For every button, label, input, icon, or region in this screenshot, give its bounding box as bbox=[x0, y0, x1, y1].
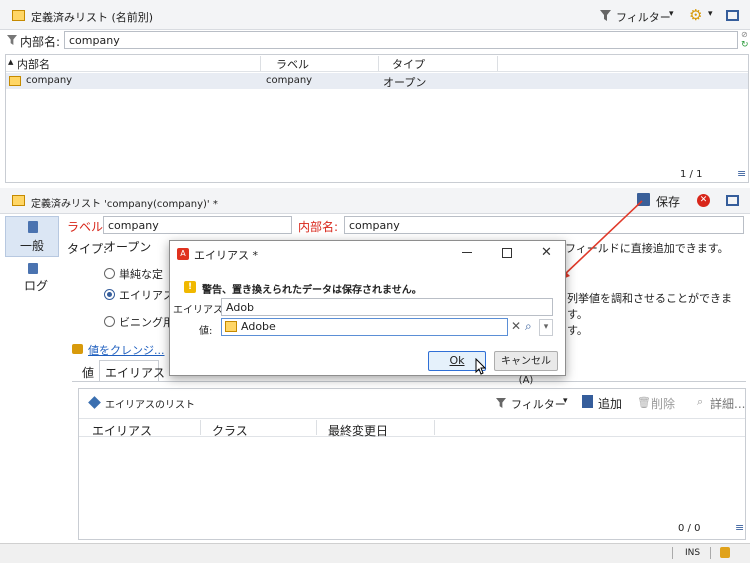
internal-name-field[interactable] bbox=[344, 216, 744, 234]
maximize-icon[interactable] bbox=[502, 248, 512, 258]
alias-pager: 0 / 0 bbox=[678, 523, 701, 534]
radio-simple-label: 単純な定 bbox=[119, 268, 163, 281]
internal-name-caption: 内部名: bbox=[298, 220, 339, 234]
status-divider bbox=[672, 547, 673, 559]
row-label: company bbox=[266, 75, 313, 86]
column-divider bbox=[497, 56, 498, 71]
search-input[interactable] bbox=[64, 31, 738, 49]
app-icon: A bbox=[177, 248, 189, 260]
cleanse-values-link[interactable]: 値をクレンジ... bbox=[88, 342, 165, 358]
gear-icon[interactable]: ⚙ bbox=[689, 6, 702, 24]
column-divider bbox=[316, 420, 317, 435]
detail-panel-title: 定義済みリスト 'company(company)' * bbox=[31, 199, 218, 210]
add-icon[interactable] bbox=[582, 395, 593, 408]
filter-icon[interactable] bbox=[496, 398, 506, 408]
tab-underline bbox=[72, 381, 746, 382]
search-icon[interactable]: ⌕ bbox=[697, 395, 703, 409]
cleanse-icon bbox=[72, 344, 83, 354]
nav-general-label: 一般 bbox=[20, 239, 45, 253]
filter-icon bbox=[7, 35, 17, 45]
menu-icon[interactable]: ≡ bbox=[735, 521, 744, 534]
save-button-label[interactable]: 保存 bbox=[656, 193, 680, 210]
status-bar bbox=[0, 543, 750, 563]
delete-button-label[interactable]: 削除 bbox=[651, 395, 675, 412]
column-divider bbox=[260, 56, 261, 71]
table-row[interactable] bbox=[6, 73, 748, 89]
minimize-icon[interactable] bbox=[462, 252, 472, 253]
filter-icon[interactable] bbox=[600, 10, 611, 21]
maximize-icon[interactable] bbox=[726, 10, 739, 21]
trash-icon[interactable]: 🗑 bbox=[637, 396, 651, 409]
lock-icon bbox=[720, 547, 730, 558]
mouse-cursor-icon bbox=[475, 358, 487, 375]
column-header-alias[interactable]: エイリアス bbox=[92, 422, 152, 439]
clipboard-icon bbox=[28, 221, 38, 233]
list-icon bbox=[225, 321, 237, 332]
chevron-down-icon[interactable]: ▾ bbox=[708, 9, 713, 19]
ok-button-label: Ok bbox=[449, 354, 465, 367]
row-type: オープン bbox=[383, 76, 427, 89]
chevron-down-icon[interactable]: ▾ bbox=[563, 396, 568, 406]
alias-filter-label[interactable]: フィルター bbox=[511, 396, 566, 412]
warning-text: 警告、置き換えられたデータは保存されません。 bbox=[202, 285, 422, 296]
nav-log-label[interactable]: ログ bbox=[24, 277, 48, 294]
warning-icon: ! bbox=[184, 281, 196, 293]
chevron-down-icon[interactable]: ▾ bbox=[539, 319, 553, 336]
search-icon[interactable]: ⌕ bbox=[525, 319, 532, 334]
menu-icon[interactable]: ≡ bbox=[737, 167, 746, 180]
status-mode: INS bbox=[685, 548, 701, 558]
type-caption: タイプ: bbox=[67, 242, 108, 256]
column-header-name[interactable]: 内部名 bbox=[17, 56, 50, 72]
refresh-icon[interactable]: ↻ bbox=[741, 40, 749, 50]
list-icon bbox=[9, 76, 21, 86]
tab-alias-label: エイリアス bbox=[105, 366, 166, 380]
column-divider bbox=[200, 420, 201, 435]
search-label: 内部名: bbox=[20, 35, 61, 49]
radio-binning-label: ビニング用 bbox=[119, 316, 174, 329]
clear-icon[interactable]: ✕ bbox=[511, 319, 521, 333]
column-header-modified[interactable]: 最終変更日 bbox=[328, 422, 388, 439]
list-icon bbox=[12, 10, 25, 21]
radio-binning-desc: す。 bbox=[567, 324, 588, 337]
radio-binning[interactable] bbox=[104, 316, 115, 327]
tab-values[interactable]: 値 bbox=[82, 364, 94, 381]
add-button-label[interactable]: 追加 bbox=[598, 395, 622, 412]
sort-asc-icon: ▲ bbox=[8, 58, 14, 66]
clear-icon[interactable]: ⊘ bbox=[741, 30, 748, 39]
column-divider bbox=[434, 420, 435, 435]
alias-caption: エイリアス: bbox=[173, 305, 227, 316]
maximize-icon[interactable] bbox=[726, 195, 739, 206]
column-divider bbox=[378, 56, 379, 71]
alias-input[interactable] bbox=[221, 298, 553, 316]
column-header-label[interactable]: ラベル bbox=[276, 56, 309, 72]
top-panel-title: 定義済みリスト (名前別) bbox=[31, 11, 154, 24]
alias-column-header-row bbox=[79, 418, 745, 437]
chevron-down-icon[interactable]: ▾ bbox=[669, 9, 674, 19]
dialog-title: エイリアス * bbox=[194, 249, 258, 262]
close-icon[interactable]: ✕ bbox=[541, 245, 552, 260]
log-icon bbox=[28, 263, 38, 274]
close-icon[interactable]: ✕ bbox=[697, 194, 710, 207]
cancel-button[interactable]: キャンセル(A) bbox=[494, 351, 558, 386]
label-field[interactable] bbox=[103, 216, 292, 234]
top-pager: 1 / 1 bbox=[680, 169, 703, 180]
column-header-type[interactable]: タイプ bbox=[392, 56, 425, 72]
detail-button-label[interactable]: 詳細... bbox=[710, 395, 745, 412]
status-divider bbox=[710, 547, 711, 559]
column-header-class[interactable]: クラス bbox=[212, 422, 248, 439]
type-select[interactable]: オープン bbox=[104, 238, 174, 254]
radio-alias-dot bbox=[107, 292, 112, 297]
top-filter-label[interactable]: フィルター bbox=[616, 9, 671, 25]
value-text: Adobe bbox=[241, 320, 276, 333]
alias-list-title: エイリアスのリスト bbox=[105, 400, 195, 411]
value-caption: 値: bbox=[199, 326, 213, 337]
list-icon bbox=[12, 195, 25, 206]
label-caption: ラベル: bbox=[67, 220, 108, 234]
row-name: company bbox=[26, 75, 73, 86]
radio-simple[interactable] bbox=[104, 268, 115, 279]
radio-alias-desc: 列挙値を調和させることができます。 bbox=[567, 292, 732, 321]
column-header-row bbox=[6, 55, 748, 72]
